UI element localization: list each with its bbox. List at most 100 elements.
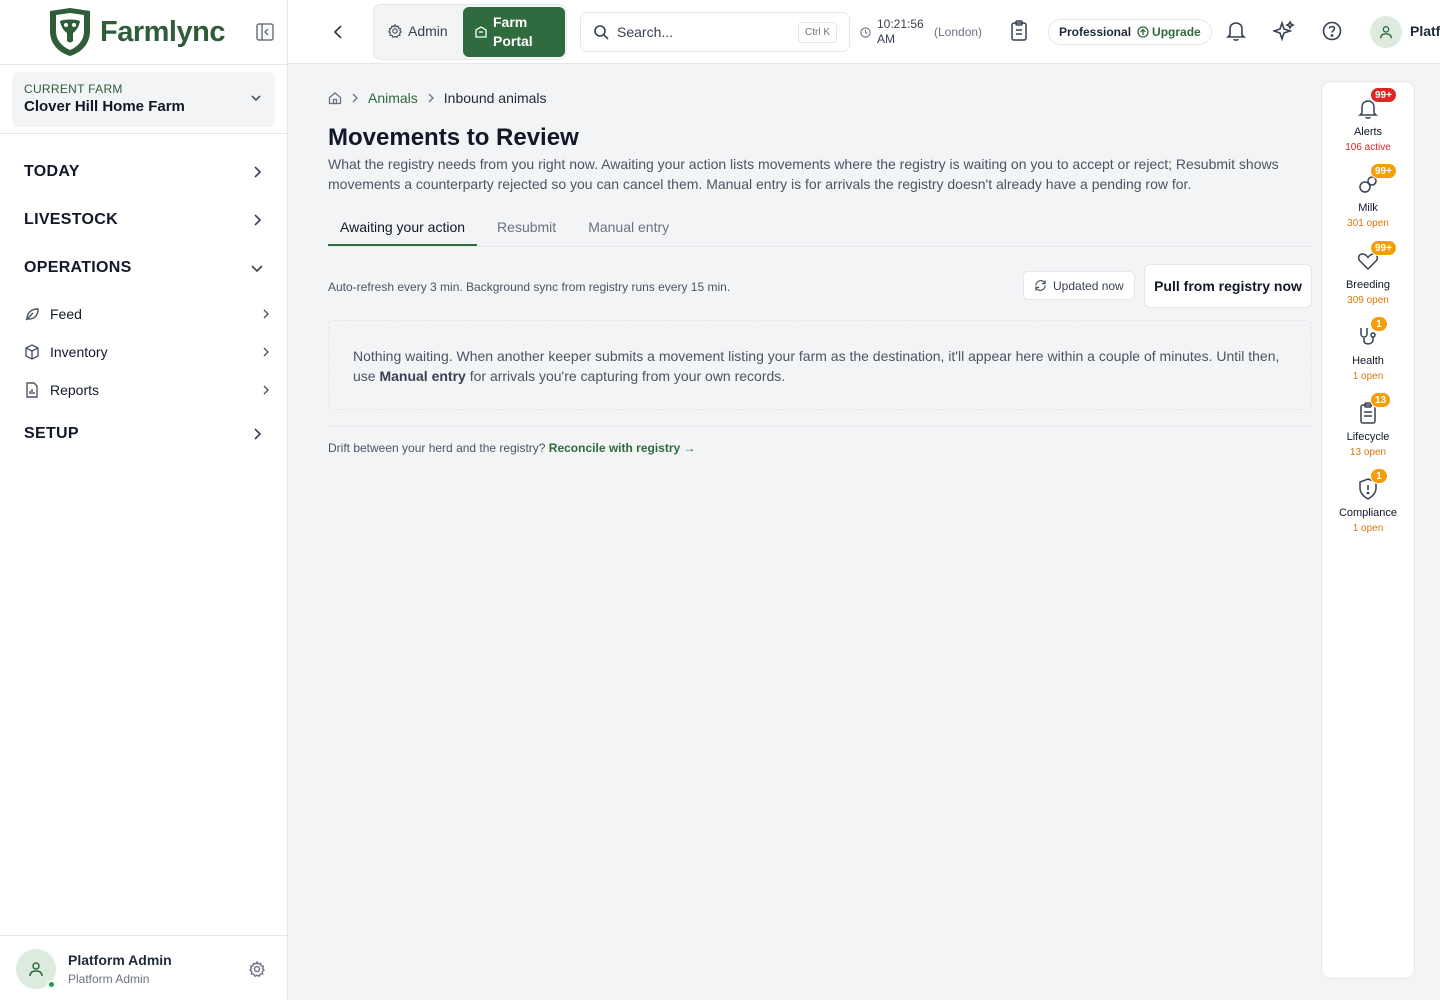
- chevron-right-icon: [263, 309, 269, 319]
- current-farm-selector[interactable]: CURRENT FARM Clover Hill Home Farm: [12, 72, 275, 127]
- nav-item-reports[interactable]: Reports: [24, 377, 272, 403]
- brand-name: Farmlync: [100, 15, 225, 48]
- nav-section-today[interactable]: TODAY: [24, 157, 264, 187]
- avatar[interactable]: [16, 949, 56, 989]
- back-arrow-icon[interactable]: [330, 22, 348, 42]
- plan-badge[interactable]: Professional Upgrade: [1048, 19, 1212, 45]
- nav-section-label: OPERATIONS: [24, 259, 132, 276]
- pull-from-registry-button[interactable]: Pull from registry now: [1144, 264, 1312, 308]
- right-rail: 99+ Alerts 106 active 99+ Milk 301 open …: [1321, 81, 1415, 979]
- clipboard-list-icon[interactable]: [1010, 20, 1028, 42]
- nav-item-label: Feed: [50, 306, 82, 322]
- chevron-down-icon: [251, 265, 263, 273]
- sidebar: Farmlync CURRENT FARM Clover Hill Home F…: [0, 0, 288, 1000]
- home-icon[interactable]: [328, 91, 342, 105]
- nav-section-label: TODAY: [24, 163, 80, 180]
- refresh-note: Auto-refresh every 3 min. Background syn…: [328, 280, 731, 294]
- rail-item-health[interactable]: 1 Health 1 open: [1322, 316, 1414, 395]
- user-name: Platform Admin: [68, 952, 172, 968]
- rail-label: Health: [1352, 355, 1384, 367]
- breeding-badge: 99+: [1370, 240, 1397, 256]
- tab-bar: Awaiting your action Resubmit Manual ent…: [328, 208, 1312, 247]
- chevron-right-icon: [263, 347, 269, 357]
- clock: 10:21:56 AM (London): [860, 17, 982, 47]
- health-badge: 1: [1370, 316, 1388, 332]
- tab-manual-entry[interactable]: Manual entry: [576, 208, 681, 246]
- brand: Farmlync: [0, 0, 287, 64]
- chevron-right-icon: [254, 428, 262, 440]
- nav-section-operations[interactable]: OPERATIONS: [24, 253, 264, 283]
- plan-tier: Professional: [1059, 25, 1132, 39]
- rail-label: Breeding: [1345, 279, 1391, 291]
- rail-item-alerts[interactable]: 99+ Alerts 106 active: [1322, 87, 1414, 166]
- time-line2: AM: [877, 32, 895, 46]
- rail-count: 13 open: [1349, 447, 1387, 458]
- chevron-right-icon: [263, 385, 269, 395]
- search-placeholder: Search...: [617, 24, 674, 40]
- rail-item-breeding[interactable]: 99+ Breeding 309 open: [1322, 240, 1414, 319]
- manual-entry-emphasis: Manual entry: [379, 368, 466, 384]
- collapse-sidebar-icon[interactable]: [255, 22, 275, 42]
- nav-section-label: LIVESTOCK: [24, 211, 118, 228]
- farm-portal-label-line2: Portal: [493, 33, 533, 49]
- rail-item-compliance[interactable]: 1 Compliance 1 open: [1322, 468, 1414, 547]
- user-footer: Platform Admin Platform Admin: [0, 935, 287, 1000]
- empty-state-text-end: for arrivals you're capturing from your …: [465, 368, 786, 384]
- avatar[interactable]: [1370, 16, 1402, 48]
- chevron-right-icon: [254, 166, 262, 178]
- milk-badge: 99+: [1370, 163, 1397, 179]
- bell-icon[interactable]: [1226, 20, 1246, 42]
- topbar-user-name[interactable]: Platf: [1410, 23, 1440, 39]
- admin-mode-label: Admin: [408, 23, 448, 39]
- tab-awaiting-your-action[interactable]: Awaiting your action: [328, 208, 478, 246]
- gear-icon[interactable]: [249, 961, 265, 977]
- rail-item-lifecycle[interactable]: 13 Lifecycle 13 open: [1322, 392, 1414, 471]
- package-icon: [25, 344, 39, 360]
- top-bar: Admin Farm Portal Search... Ctrl K 10:21…: [288, 0, 1440, 64]
- nav-item-inventory[interactable]: Inventory: [24, 339, 272, 365]
- leaf-icon: [25, 308, 39, 321]
- search-icon: [594, 25, 609, 40]
- lifecycle-badge: 13: [1370, 392, 1392, 408]
- updated-label: Updated now: [1053, 278, 1124, 293]
- updated-status-button[interactable]: Updated now: [1023, 271, 1135, 300]
- rail-label: Alerts: [1353, 126, 1383, 138]
- nav-item-feed[interactable]: Feed: [24, 301, 272, 327]
- barn-icon: [475, 26, 487, 38]
- time-line1: 10:21:56: [877, 17, 924, 31]
- nav-section-livestock[interactable]: LIVESTOCK: [24, 205, 264, 235]
- search-input[interactable]: Search... Ctrl K: [580, 12, 850, 52]
- rail-item-milk[interactable]: 99+ Milk 301 open: [1322, 163, 1414, 242]
- drift-note: Drift between your herd and the registry…: [328, 441, 696, 455]
- nav-section-setup[interactable]: SETUP: [24, 419, 264, 449]
- user-icon: [1380, 26, 1392, 39]
- page-description: What the registry needs from you right n…: [328, 156, 1279, 192]
- tab-resubmit[interactable]: Resubmit: [485, 208, 568, 246]
- chevron-down-icon: [251, 95, 261, 102]
- chevron-right-icon: [352, 93, 358, 103]
- nav-section-label: SETUP: [24, 425, 79, 442]
- empty-state: Nothing waiting. When another keeper sub…: [328, 320, 1312, 410]
- rail-count: 309 open: [1347, 295, 1389, 306]
- admin-mode-button[interactable]: Admin: [388, 23, 448, 39]
- online-status-dot: [47, 980, 56, 989]
- search-shortcut: Ctrl K: [798, 22, 837, 43]
- breadcrumb-animals[interactable]: Animals: [368, 90, 418, 106]
- alerts-badge: 99+: [1370, 87, 1397, 103]
- upgrade-link[interactable]: Upgrade: [1137, 25, 1201, 39]
- gear-icon: [388, 24, 402, 38]
- farm-portal-label-line1: Farm: [493, 14, 528, 30]
- upgrade-label: Upgrade: [1152, 25, 1201, 39]
- reconcile-with-registry-link[interactable]: Reconcile with registry →: [549, 441, 696, 455]
- rail-count: 106 active: [1345, 142, 1391, 153]
- timezone: (London): [934, 25, 983, 39]
- rail-count: 301 open: [1347, 218, 1389, 229]
- rail-label: Milk: [1358, 202, 1378, 214]
- rail-label: Compliance: [1338, 507, 1398, 519]
- farm-portal-mode-button[interactable]: Farm Portal: [463, 7, 565, 57]
- help-icon[interactable]: [1322, 20, 1342, 42]
- compliance-badge: 1: [1370, 468, 1388, 484]
- sparkles-icon[interactable]: [1273, 20, 1295, 42]
- chevron-right-icon: [428, 93, 434, 103]
- refresh-icon: [1035, 280, 1046, 291]
